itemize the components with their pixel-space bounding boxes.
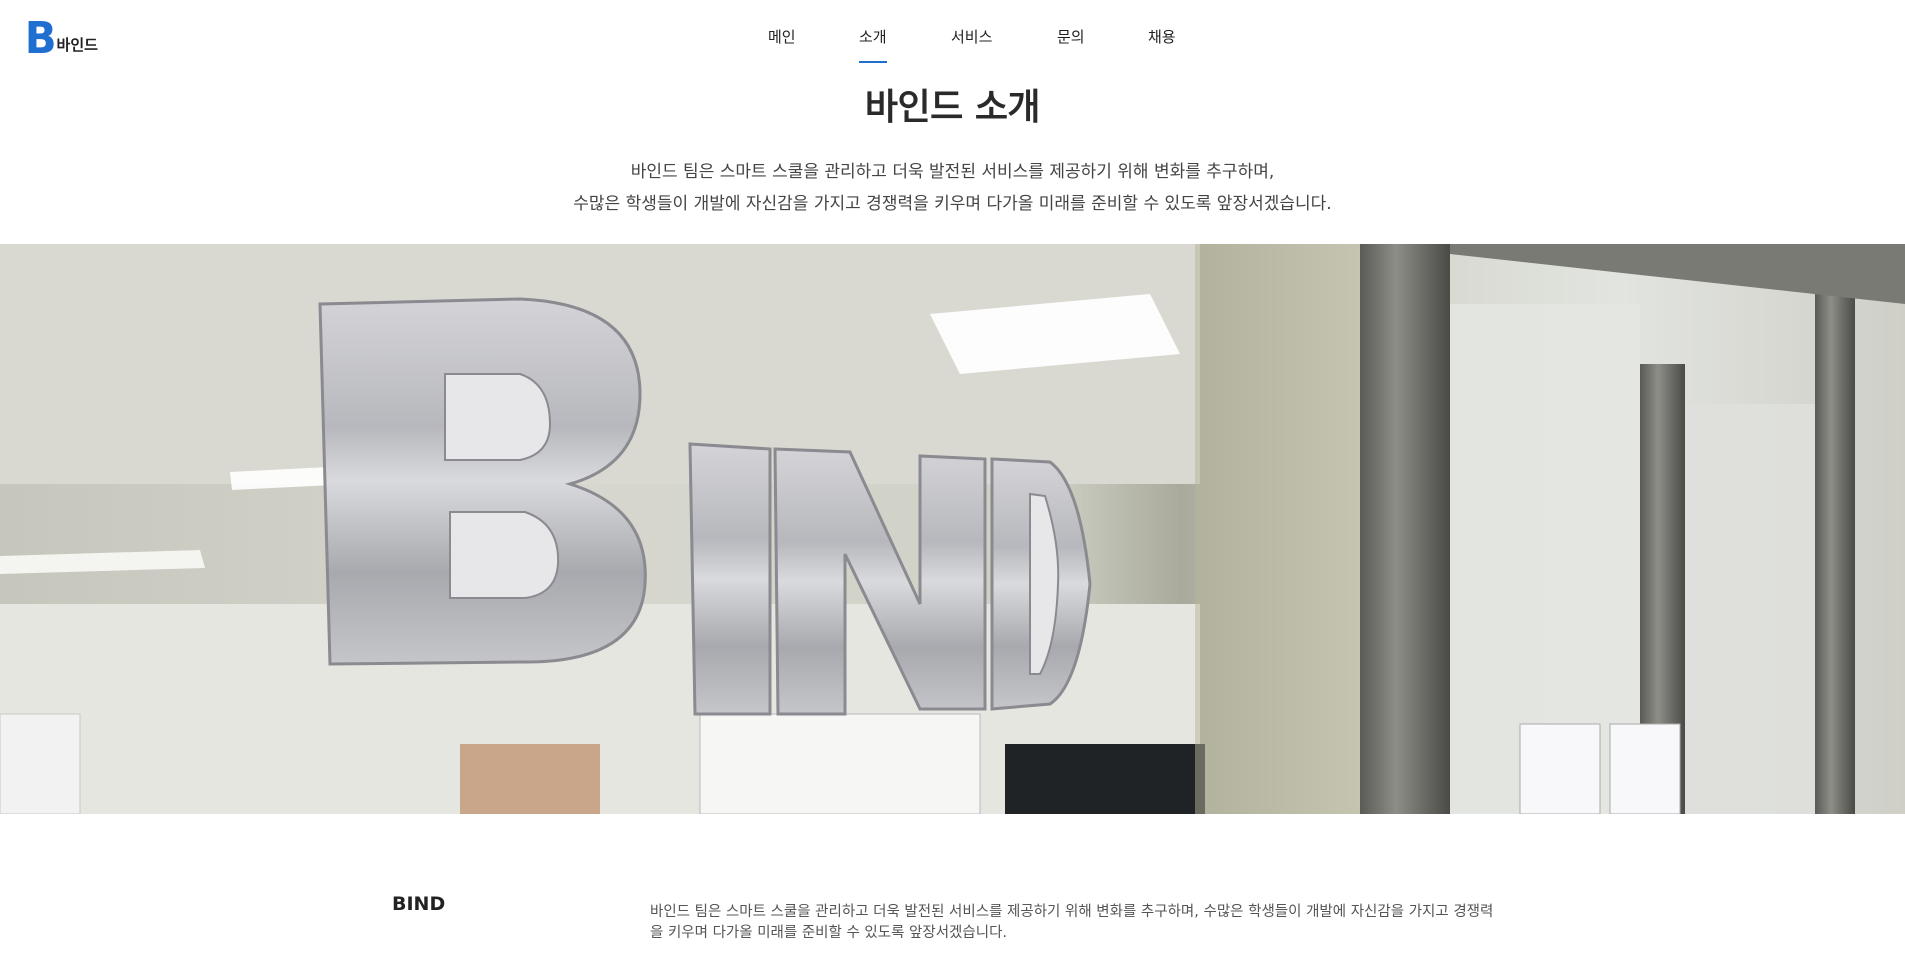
page-title: 바인드 소개	[864, 87, 1041, 128]
nav-item-main[interactable]: 메인	[768, 26, 796, 61]
nav-item-careers[interactable]: 채용	[1148, 26, 1176, 61]
main-nav: 메인 소개 서비스 문의 채용	[0, 26, 1905, 66]
hero-image	[0, 244, 1905, 814]
site-header: B 바인드 메인 소개 서비스 문의 채용	[0, 0, 1905, 70]
intro-line-1: 바인드 팀은 스마트 스쿨을 관리하고 더욱 발전된 서비스를 제공하기 위해 …	[630, 162, 1275, 182]
nav-item-about[interactable]: 소개	[859, 26, 887, 63]
about-label: BIND	[392, 893, 446, 915]
hero-photo-illustration	[0, 244, 1905, 814]
page: B 바인드 메인 소개 서비스 문의 채용 바인드 소개 바인드 팀은 스마트 …	[0, 0, 1905, 967]
nav-item-contact[interactable]: 문의	[1057, 26, 1085, 61]
intro-description: 바인드 팀은 스마트 스쿨을 관리하고 더욱 발전된 서비스를 제공하기 위해 …	[0, 156, 1905, 220]
nav-item-services[interactable]: 서비스	[951, 26, 992, 61]
intro-line-2: 수많은 학생들이 개발에 자신감을 가지고 경쟁력을 키우며 다가올 미래를 준…	[573, 194, 1332, 214]
about-description: 바인드 팀은 스마트 스쿨을 관리하고 더욱 발전된 서비스를 제공하기 위해 …	[650, 903, 1494, 941]
